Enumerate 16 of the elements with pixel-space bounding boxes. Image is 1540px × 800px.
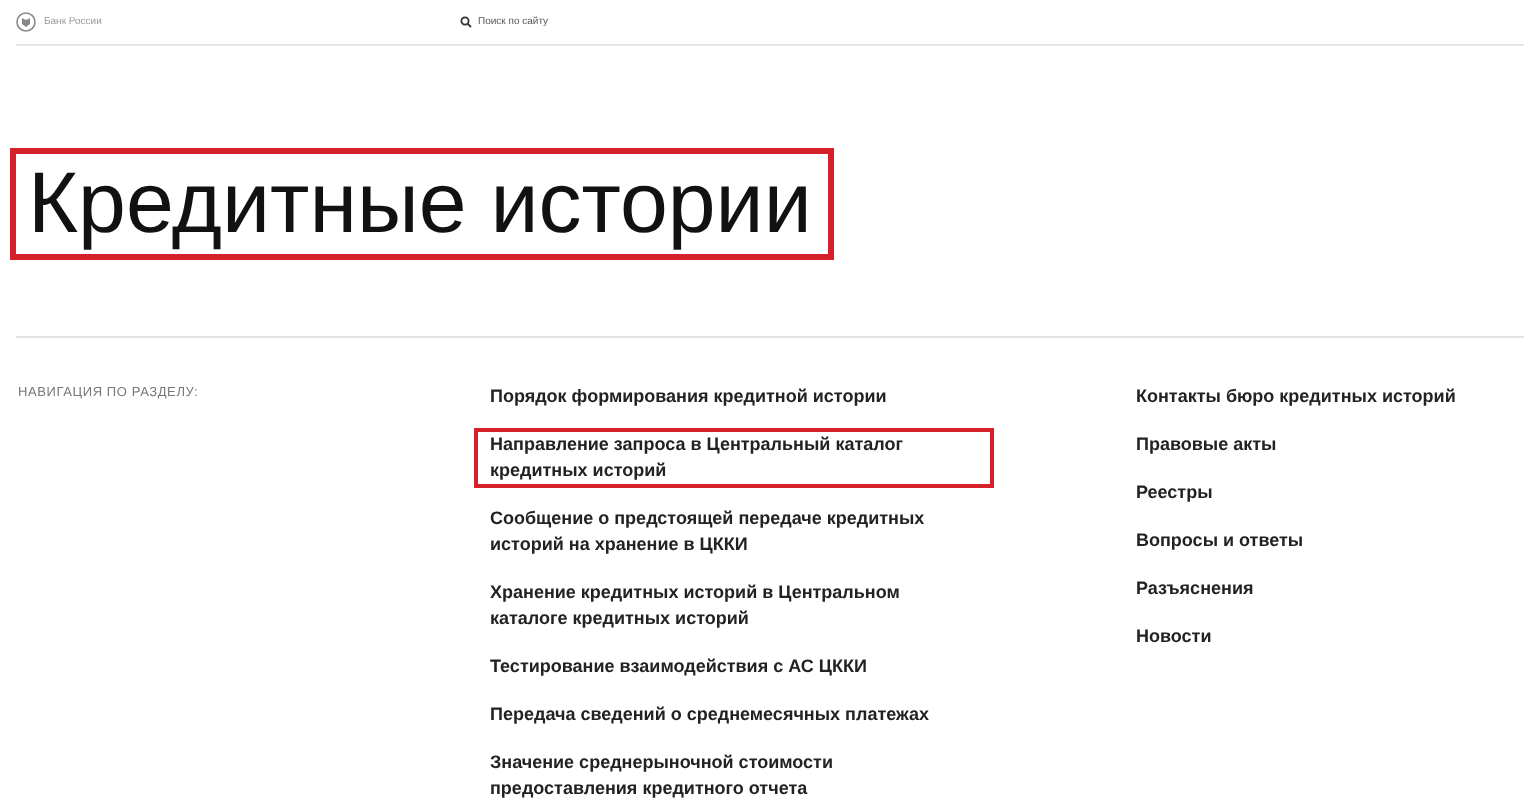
emblem-icon (16, 12, 36, 32)
nav-link[interactable]: Передача сведений о среднемесячных платежах (474, 698, 994, 732)
nav-link[interactable]: Реестры (1136, 480, 1456, 506)
nav-link[interactable]: Направление запроса в Центральный каталог кредитных историй (474, 428, 994, 488)
nav-link[interactable]: Новости (1136, 624, 1456, 650)
nav-link[interactable]: Хранение кредитных историй в Центральном каталоге кредитных историй (474, 576, 994, 636)
nav-link[interactable]: Тестирование взаимодействия с АС ЦККИ (474, 650, 994, 684)
nav-link[interactable]: Сообщение о предстоящей передаче кредитных историй на хранение в ЦККИ (474, 502, 994, 562)
nav-link[interactable]: Значение среднерыночной стоимости предоставления кредитного отчета (474, 746, 994, 800)
nav-link[interactable]: Правовые акты (1136, 432, 1456, 458)
nav-link[interactable]: Контакты бюро кредитных историй (1136, 384, 1456, 410)
nav-link[interactable]: Порядок формирования кредитной истории (474, 380, 994, 414)
search-icon (460, 16, 472, 28)
nav-link[interactable]: Вопросы и ответы (1136, 528, 1456, 554)
page-title: Кредитные истории (10, 148, 834, 260)
nav-link[interactable]: Разъяснения (1136, 576, 1456, 602)
